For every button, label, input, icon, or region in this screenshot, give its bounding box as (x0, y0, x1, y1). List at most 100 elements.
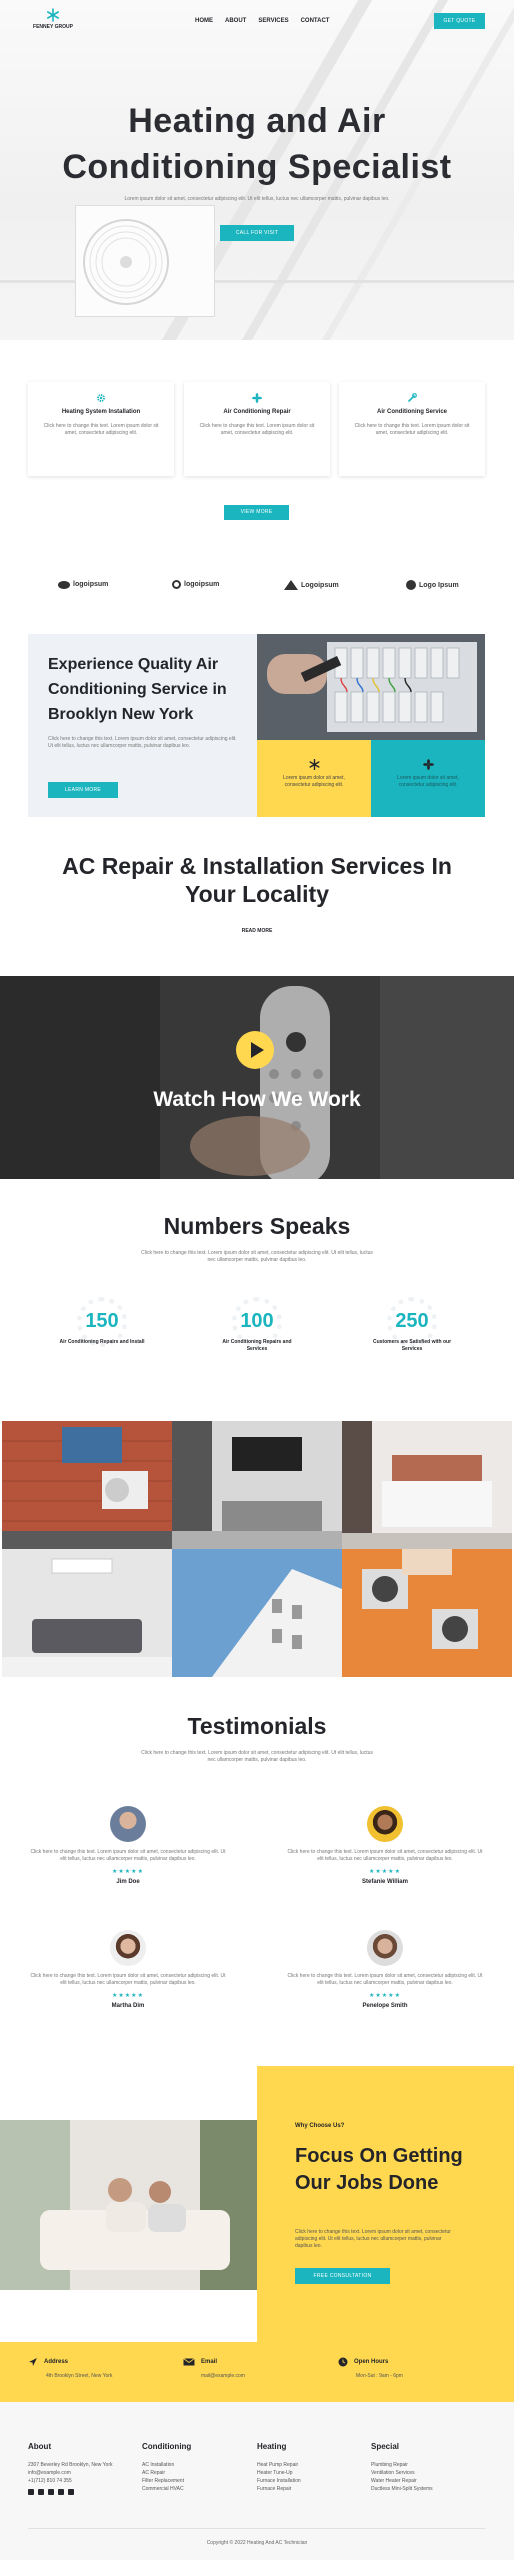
footer-link[interactable]: Commercial HVAC (142, 2485, 242, 2493)
testimonial-quote: Click here to change this text. Lorem ip… (287, 1849, 483, 1862)
testimonial-quote: Click here to change this text. Lorem ip… (30, 1973, 226, 1986)
footer-phone: +1(712) 810 74 355 (28, 2478, 72, 2484)
testimonial-name: Jim Doe (116, 1879, 140, 1885)
quality-text: Click here to change this text. Lorem ip… (48, 736, 237, 749)
call-for-visit-button[interactable]: CALL FOR VISIT (220, 225, 294, 241)
service-card[interactable]: Air Conditioning Repair Click here to ch… (184, 382, 330, 476)
fan-icon (422, 759, 434, 770)
testimonial-card: Click here to change this text. Lorem ip… (285, 1806, 485, 1885)
service-card[interactable]: Air Conditioning Service Click here to c… (339, 382, 485, 476)
wrench-icon (408, 393, 417, 402)
stat-item: 100 Air Conditioning Repairs and Service… (212, 1310, 302, 1353)
footer-link[interactable]: Water Heater Repair (371, 2477, 471, 2485)
testimonial-name: Stefanie William (362, 1879, 408, 1885)
footer-link[interactable]: Heat Pump Repair (257, 2461, 357, 2469)
gallery-image[interactable] (2, 1421, 172, 1549)
social-icons (28, 2489, 128, 2498)
ac-unit-image (75, 205, 215, 317)
footer-link[interactable]: Furnace Repair (257, 2485, 357, 2493)
clock-icon (338, 2357, 348, 2367)
avatar (110, 1806, 146, 1842)
footer-heading: Conditioning (142, 2442, 192, 2451)
facebook-icon[interactable] (28, 2489, 34, 2495)
envelope-icon (183, 2358, 195, 2366)
contact-email: Email mail@example.com (183, 2357, 323, 2379)
hero-subtitle: Lorem ipsum dolor sit amet, consectetur … (124, 196, 390, 202)
instagram-icon[interactable] (58, 2489, 64, 2495)
numbers-title: Numbers Speaks (163, 1213, 351, 1239)
footer-column-conditioning: Conditioning AC Installation AC Repair F… (142, 2442, 242, 2493)
footer-link[interactable]: Filter Replacement (142, 2477, 242, 2485)
testimonial-card: Click here to change this text. Lorem ip… (28, 1806, 228, 1885)
star-rating: ★★★★★ (112, 1869, 144, 1875)
stat-value: 250 (395, 1310, 429, 1332)
feature-box-yellow: Lorem ipsum dolor sit amet, consectetur … (257, 740, 371, 817)
footer-link[interactable]: AC Repair (142, 2469, 242, 2477)
logo-text: FENNEY GROUP (33, 24, 73, 30)
contact-address: Address 4th Brooklyn Street, New York (28, 2357, 168, 2379)
partner-logo: logoipsum (58, 580, 108, 589)
focus-text: Click here to change this text. Lorem ip… (295, 2229, 451, 2249)
testimonial-card: Click here to change this text. Lorem ip… (285, 1930, 485, 2009)
gallery-image[interactable] (172, 1549, 342, 1677)
footer-column-special: Special Plumbing Repair Ventilation Serv… (371, 2442, 471, 2493)
testimonials-title: Testimonials (187, 1713, 327, 1739)
footer-link[interactable]: Ventilation Services (371, 2469, 471, 2477)
ac-repair-title: AC Repair & Installation Services In You… (62, 853, 452, 907)
linkedin-icon[interactable] (68, 2489, 74, 2495)
avatar (367, 1806, 403, 1842)
partner-logo: Logoipsum (284, 580, 339, 590)
triangle-icon (284, 580, 298, 590)
testimonial-name: Penelope Smith (362, 2003, 408, 2009)
stat-item: 250 Customers are Satisfied with our Ser… (367, 1310, 457, 1353)
gallery-image[interactable] (342, 1549, 512, 1677)
footer-heading: Heating (257, 2442, 287, 2451)
twitter-icon[interactable] (38, 2489, 44, 2495)
hero-title: Heating and Air Conditioning Specialist (62, 102, 452, 186)
footer-link[interactable]: Furnace Installation (257, 2477, 357, 2485)
free-consultation-button[interactable]: FREE CONSULTATION (295, 2268, 390, 2284)
feature-box-teal: Lorem ipsum dolor sit amet, consectetur … (371, 740, 485, 817)
electrical-panel-photo (257, 634, 485, 740)
numbers-subtitle: Click here to change this text. Lorem ip… (141, 1250, 373, 1263)
gallery-image[interactable] (2, 1549, 172, 1677)
nav-about[interactable]: ABOUT (225, 18, 246, 24)
stat-label: Customers are Satisfied with our Service… (372, 1339, 452, 1352)
service-title: Air Conditioning Service (376, 409, 447, 415)
gallery-image[interactable] (172, 1421, 342, 1549)
footer-link[interactable]: AC Installation (142, 2461, 242, 2469)
ring-icon (172, 580, 181, 589)
service-title: Air Conditioning Repair (223, 409, 291, 415)
get-quote-button[interactable]: GET QUOTE (434, 13, 485, 29)
badge-icon (406, 580, 416, 590)
play-button[interactable] (236, 1031, 274, 1069)
brand-logo[interactable]: FENNEY GROUP (28, 8, 78, 30)
partner-logo: logoipsum (172, 580, 219, 589)
service-card[interactable]: Heating System Installation Click here t… (28, 382, 174, 476)
snowflake-icon (309, 759, 320, 770)
gear-icon (97, 394, 105, 402)
read-more-link[interactable]: READ MORE (217, 928, 297, 934)
learn-more-button[interactable]: LEARN MORE (48, 782, 118, 798)
location-arrow-icon (29, 2358, 37, 2366)
youtube-icon[interactable] (48, 2489, 54, 2495)
footer-column-about: About 2307 Beverley Rd Brooklyn, New Yor… (28, 2442, 128, 2498)
stat-item: 150 Air Conditioning Repairs and Install (57, 1310, 147, 1346)
service-desc: Click here to change this text. Lorem ip… (43, 423, 159, 436)
nav-home[interactable]: HOME (195, 18, 213, 24)
gallery-image[interactable] (342, 1421, 512, 1549)
partner-logo: Logo Ipsum (406, 580, 459, 590)
focus-panel (257, 2066, 514, 2342)
main-nav: HOME ABOUT SERVICES CONTACT (195, 18, 341, 24)
nav-contact[interactable]: CONTACT (301, 18, 330, 24)
footer-link[interactable]: Heater Tune-Up (257, 2469, 357, 2477)
page: FENNEY GROUP HOME ABOUT SERVICES CONTACT… (0, 0, 514, 2560)
stat-value: 100 (240, 1310, 274, 1332)
footer-link[interactable]: Plumbing Repair (371, 2461, 471, 2469)
view-more-button[interactable]: VIEW MORE (224, 505, 289, 520)
star-rating: ★★★★★ (369, 1993, 401, 1999)
nav-services[interactable]: SERVICES (258, 18, 288, 24)
footer-link[interactable]: Ductless Mini-Split Systems (371, 2485, 471, 2493)
avatar (110, 1930, 146, 1966)
why-choose-us-label: Why Choose Us? (295, 2123, 345, 2129)
